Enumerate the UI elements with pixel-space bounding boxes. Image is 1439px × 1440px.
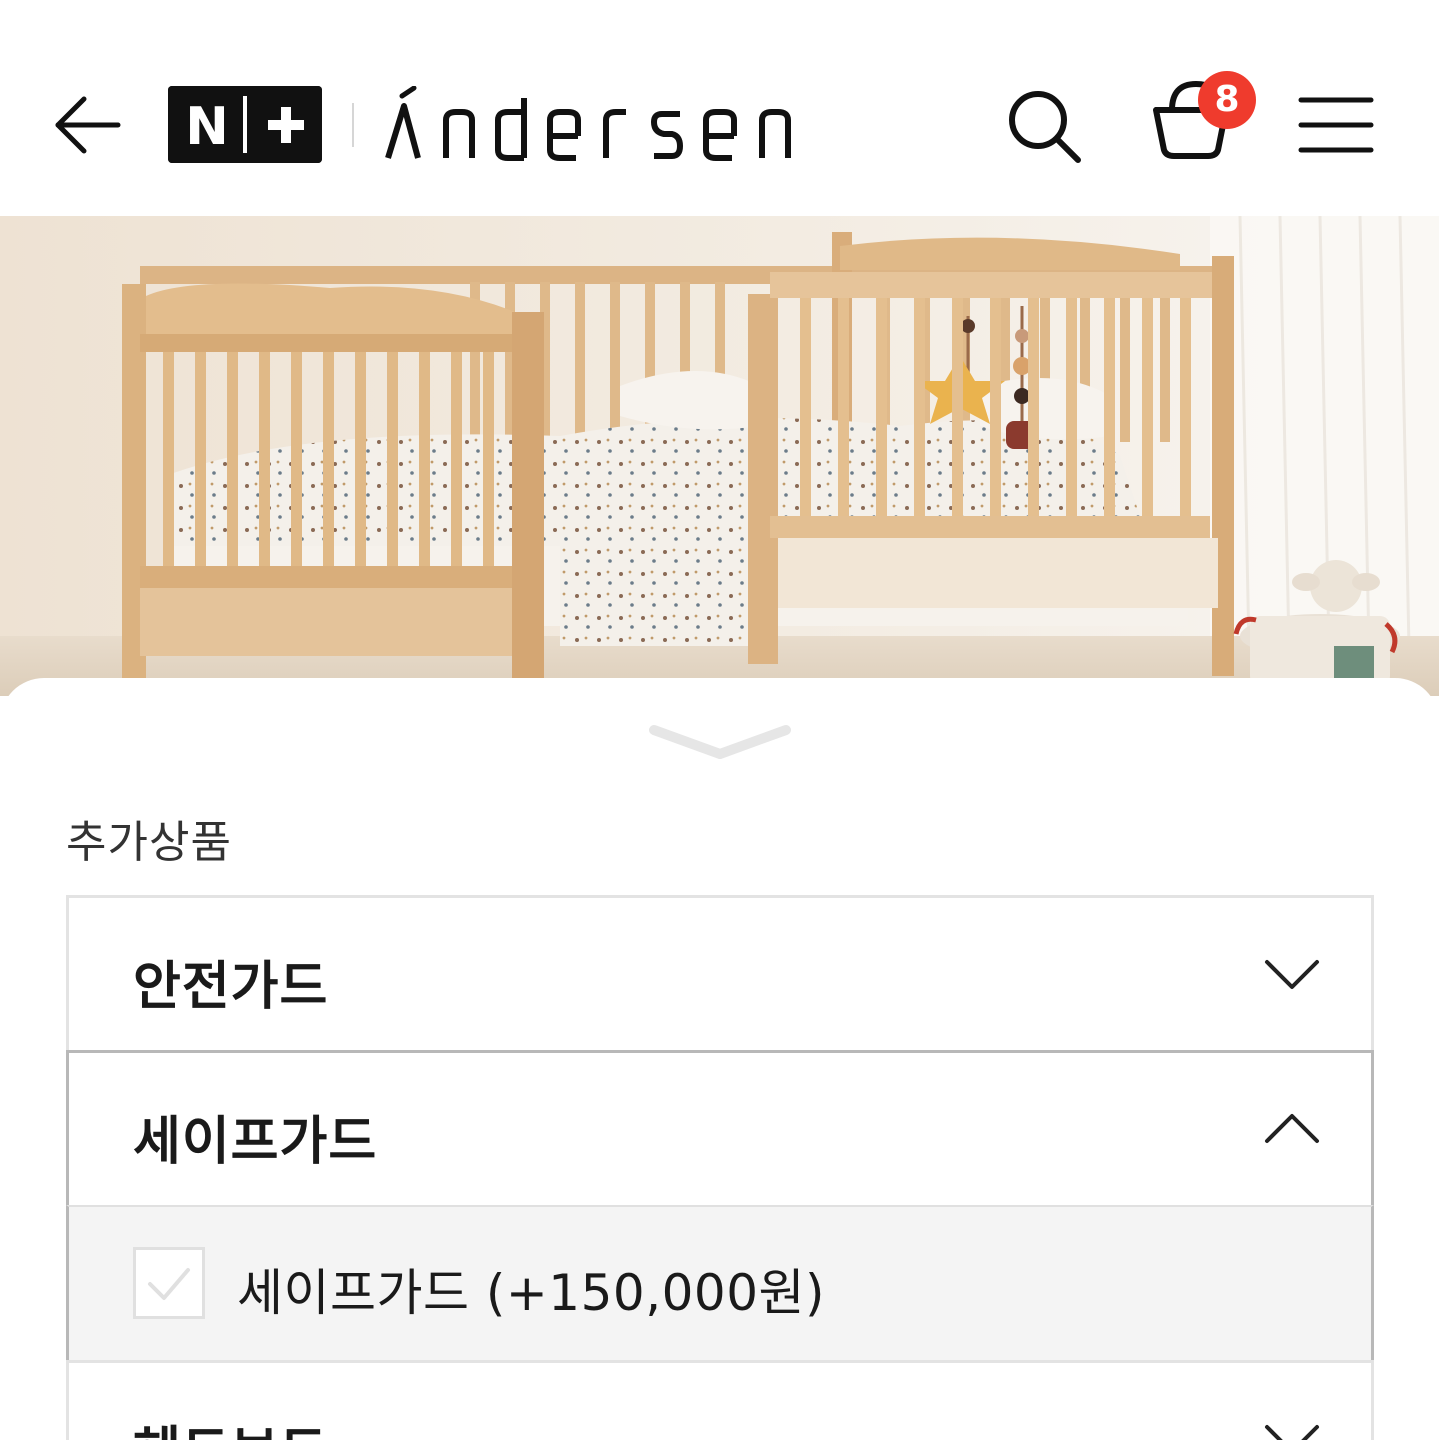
svg-text:N: N <box>185 97 231 157</box>
nplus-logo-mark: N <box>168 86 322 163</box>
toddler-bed-illustration <box>0 216 1439 696</box>
option-row-safe-guard[interactable]: 세이프가드 <box>66 1050 1374 1208</box>
checkmark-icon <box>148 1268 190 1300</box>
chevron-down-icon <box>1265 1425 1319 1440</box>
section-title: 추가상품 <box>66 817 232 868</box>
brand-logo[interactable] <box>384 86 814 170</box>
option-row-headboard[interactable]: 헤드보드 <box>66 1360 1374 1440</box>
chevron-up-icon <box>1265 1114 1319 1143</box>
option-label: 헤드보드 <box>133 1409 328 1440</box>
option-label: 세이프가드 <box>133 1112 378 1172</box>
chevron-down-icon[interactable] <box>646 718 794 766</box>
option-checkbox[interactable] <box>133 1247 205 1319</box>
app-header: N 8 <box>0 0 1439 216</box>
chevron-down-icon <box>1265 960 1319 989</box>
product-hero-image <box>0 216 1439 696</box>
option-item-row[interactable]: 세이프가드 (+150,000원) <box>66 1205 1374 1363</box>
option-bottom-sheet: 추가상품 안전가드 세이프가드 세이프가드 (+150,000원) <box>0 678 1439 1440</box>
option-row-safety-guard[interactable]: 안전가드 <box>66 895 1374 1053</box>
search-icon[interactable] <box>1004 86 1084 166</box>
back-arrow-icon[interactable] <box>52 92 124 158</box>
cart-count-badge: 8 <box>1198 71 1256 129</box>
product-option-page: N 8 추가상품 안전가드 세이프가드 세이프가드 (+150,000원) <box>0 0 1439 1440</box>
nplus-logo[interactable]: N <box>168 86 322 163</box>
option-list: 안전가드 세이프가드 세이프가드 (+150,000원) <box>66 895 1374 1440</box>
logo-divider <box>352 103 354 147</box>
option-label: 안전가드 <box>133 957 329 1017</box>
option-item-label: 세이프가드 (+150,000원) <box>237 1264 826 1322</box>
hamburger-menu-icon[interactable] <box>1298 96 1374 154</box>
